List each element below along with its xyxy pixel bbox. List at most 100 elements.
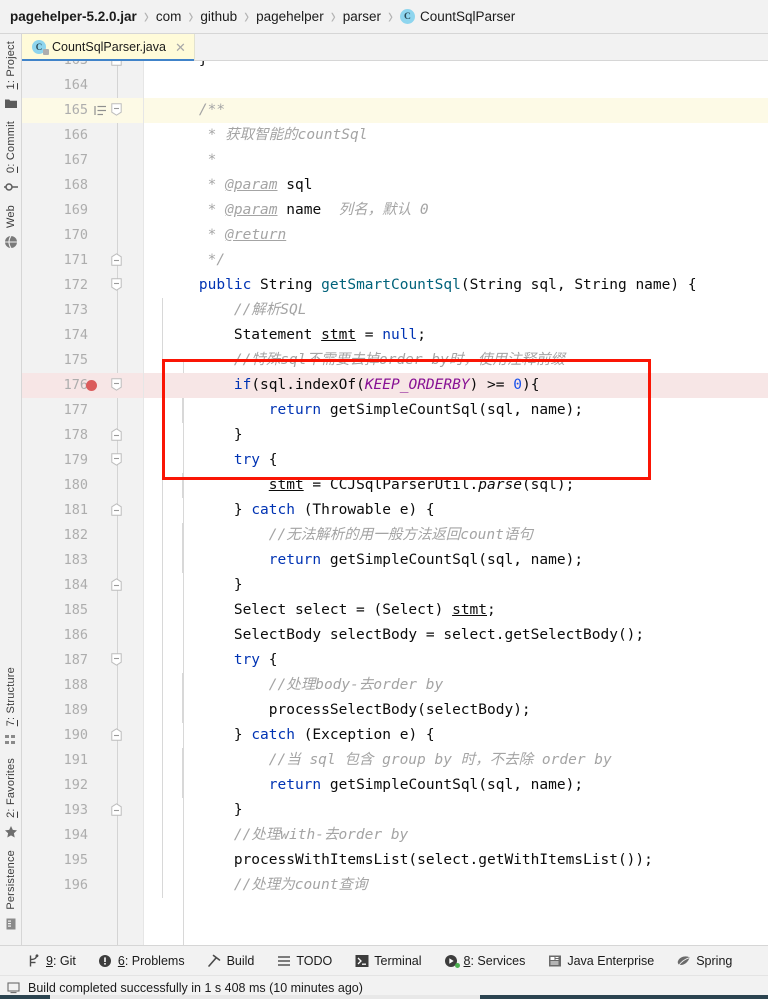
tool-window-button-git[interactable]: 9: Git	[26, 953, 76, 968]
breadcrumb-item-pagehelper[interactable]: pagehelper	[256, 9, 324, 24]
gutter-row[interactable]: 186	[22, 623, 143, 648]
code-editor[interactable]: 163 164 165 166 167 168 169 170 171 172 173 174 175 1…	[22, 61, 768, 945]
tool-window-button-todo[interactable]: TODO	[276, 953, 332, 968]
close-icon[interactable]: ✕	[175, 41, 186, 54]
code-line[interactable]: */	[144, 248, 768, 273]
gutter-row[interactable]: 176	[22, 373, 143, 398]
breadcrumb-item-countsqlparser[interactable]: C CountSqlParser	[399, 9, 515, 24]
rail-item-structure[interactable]: 7: Structure	[0, 664, 22, 755]
fold-start-icon[interactable]	[111, 453, 124, 468]
tool-window-button-terminal[interactable]: Terminal	[354, 953, 422, 968]
gutter-row[interactable]: 169	[22, 198, 143, 223]
gutter-row[interactable]: 178	[22, 423, 143, 448]
code-line[interactable]: stmt = CCJSqlParserUtil.parse(sql);	[144, 473, 768, 498]
code-line[interactable]: *	[144, 148, 768, 173]
code-line[interactable]: * @param sql	[144, 173, 768, 198]
code-line[interactable]: if(sql.indexOf(KEEP_ORDERBY) >= 0){	[144, 373, 768, 398]
gutter-row[interactable]: 163	[22, 61, 143, 73]
code-line[interactable]: * 获取智能的countSql	[144, 123, 768, 148]
code-line[interactable]	[144, 73, 768, 98]
breakpoint-icon[interactable]	[86, 380, 97, 391]
code-line[interactable]: }	[144, 573, 768, 598]
tool-window-button-build[interactable]: Build	[207, 953, 254, 968]
gutter-row[interactable]: 168	[22, 173, 143, 198]
gutter-row[interactable]: 180	[22, 473, 143, 498]
code-text-pane[interactable]: } /** * 获取智能的countSql * * @param sql * @…	[144, 61, 768, 945]
rail-item-commit[interactable]: 0: Commit	[0, 118, 22, 202]
gutter-row[interactable]: 179	[22, 448, 143, 473]
gutter-row[interactable]: 193	[22, 798, 143, 823]
gutter-row[interactable]: 187	[22, 648, 143, 673]
code-line[interactable]: } catch (Throwable e) {	[144, 498, 768, 523]
code-line[interactable]: * @param name 列名，默认 0	[144, 198, 768, 223]
fold-end-icon[interactable]	[111, 803, 124, 818]
code-line[interactable]: return getSimpleCountSql(sql, name);	[144, 548, 768, 573]
gutter-row[interactable]: 195	[22, 848, 143, 873]
fold-start-icon[interactable]	[111, 378, 124, 393]
rail-item-web[interactable]: Web	[0, 202, 22, 257]
tool-window-button-services[interactable]: 8: Services	[444, 953, 525, 968]
gutter-row[interactable]: 165	[22, 98, 143, 123]
code-line[interactable]: processSelectBody(selectBody);	[144, 698, 768, 723]
code-line[interactable]: processWithItemsList(select.getWithItems…	[144, 848, 768, 873]
gutter-row[interactable]: 177	[22, 398, 143, 423]
breadcrumb-item-parser[interactable]: parser	[343, 9, 381, 24]
code-line[interactable]: return getSimpleCountSql(sql, name);	[144, 398, 768, 423]
breadcrumb-item-pagehelper-5-2-0-jar[interactable]: pagehelper-5.2.0.jar	[10, 9, 137, 24]
code-line[interactable]: public String getSmartCountSql(String sq…	[144, 273, 768, 298]
code-line[interactable]: /**	[144, 98, 768, 123]
gutter-row[interactable]: 189	[22, 698, 143, 723]
rail-item-persistence[interactable]: Persistence	[0, 847, 22, 939]
gutter-row[interactable]: 191	[22, 748, 143, 773]
javadoc-marker-icon[interactable]	[94, 104, 107, 117]
fold-end-icon[interactable]	[111, 503, 124, 518]
gutter-row[interactable]: 184	[22, 573, 143, 598]
code-line[interactable]: try {	[144, 448, 768, 473]
editor-tab[interactable]: C CountSqlParser.java ✕	[22, 34, 195, 61]
breadcrumb-item-github[interactable]: github	[200, 9, 237, 24]
gutter-row[interactable]: 192	[22, 773, 143, 798]
gutter-row[interactable]: 172	[22, 273, 143, 298]
gutter-row[interactable]: 167	[22, 148, 143, 173]
code-line[interactable]: Statement stmt = null;	[144, 323, 768, 348]
fold-start-icon[interactable]	[111, 103, 124, 118]
code-line[interactable]: }	[144, 61, 768, 73]
gutter-row[interactable]: 181	[22, 498, 143, 523]
code-line[interactable]: //无法解析的用一般方法返回count语句	[144, 523, 768, 548]
gutter-row[interactable]: 190	[22, 723, 143, 748]
gutter-row[interactable]: 182	[22, 523, 143, 548]
code-line[interactable]: try {	[144, 648, 768, 673]
code-line[interactable]: Select select = (Select) stmt;	[144, 598, 768, 623]
breadcrumb-item-com[interactable]: com	[156, 9, 182, 24]
gutter-row[interactable]: 174	[22, 323, 143, 348]
tool-window-button-problems[interactable]: 6: Problems	[98, 953, 185, 968]
code-line[interactable]: //处理body-去order by	[144, 673, 768, 698]
code-line[interactable]: //当 sql 包含 group by 时，不去除 order by	[144, 748, 768, 773]
tool-window-button-spring[interactable]: Spring	[676, 953, 732, 968]
tool-window-button-java-enterprise[interactable]: Java Enterprise	[547, 953, 654, 968]
editor-gutter[interactable]: 163 164 165 166 167 168 169 170 171 172 173 174 175 1…	[22, 61, 144, 945]
fold-end-icon[interactable]	[111, 428, 124, 443]
gutter-row[interactable]: 171	[22, 248, 143, 273]
code-line[interactable]: }	[144, 423, 768, 448]
rail-item-favorites[interactable]: 2: Favorites	[0, 755, 22, 847]
gutter-row[interactable]: 194	[22, 823, 143, 848]
gutter-row[interactable]: 175	[22, 348, 143, 373]
gutter-row[interactable]: 170	[22, 223, 143, 248]
gutter-row[interactable]: 188	[22, 673, 143, 698]
code-line[interactable]: //特殊sql不需要去掉order by时，使用注释前缀	[144, 348, 768, 373]
gutter-row[interactable]: 183	[22, 548, 143, 573]
code-line[interactable]: SelectBody selectBody = select.getSelect…	[144, 623, 768, 648]
gutter-row[interactable]: 196	[22, 873, 143, 898]
fold-end-icon[interactable]	[111, 728, 124, 743]
fold-end-icon[interactable]	[111, 578, 124, 593]
fold-end-icon[interactable]	[111, 61, 124, 68]
code-line[interactable]: //处理with-去order by	[144, 823, 768, 848]
code-line[interactable]: //处理为count查询	[144, 873, 768, 898]
code-line[interactable]: //解析SQL	[144, 298, 768, 323]
gutter-row[interactable]: 185	[22, 598, 143, 623]
fold-start-icon[interactable]	[111, 653, 124, 668]
code-line[interactable]: }	[144, 798, 768, 823]
code-line[interactable]: * @return	[144, 223, 768, 248]
code-line[interactable]: } catch (Exception e) {	[144, 723, 768, 748]
